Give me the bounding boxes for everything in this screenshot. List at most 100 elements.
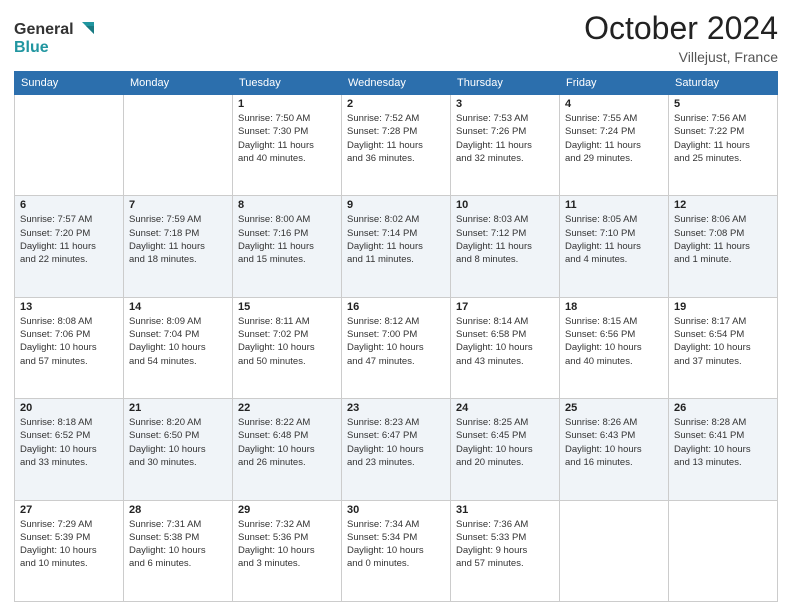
day-info: Sunrise: 7:56 AM Sunset: 7:22 PM Dayligh… <box>674 112 772 165</box>
weekday-header: Wednesday <box>342 72 451 95</box>
day-number: 1 <box>238 98 336 110</box>
logo: General Blue <box>14 14 104 64</box>
calendar-cell: 21 Sunrise: 8:20 AM Sunset: 6:50 PM Dayli… <box>124 399 233 500</box>
day-number: 29 <box>238 504 336 516</box>
day-info: Sunrise: 8:14 AM Sunset: 6:58 PM Dayligh… <box>456 315 554 368</box>
calendar-cell: 5 Sunrise: 7:56 AM Sunset: 7:22 PM Daylig… <box>669 95 778 196</box>
calendar-cell: 24Sunrise: 8:25 AM Sunset: 6:45 PM Dayli… <box>451 399 560 500</box>
day-info: Sunrise: 7:29 AM Sunset: 5:39 PM Dayligh… <box>20 518 118 571</box>
day-info: Sunrise: 7:50 AM Sunset: 7:30 PM Dayligh… <box>238 112 336 165</box>
calendar-cell: 8Sunrise: 8:00 AM Sunset: 7:16 PM Daylig… <box>233 196 342 297</box>
svg-text:General: General <box>14 21 74 38</box>
calendar-cell: 15 Sunrise: 8:11 AM Sunset: 7:02 PM Dayli… <box>233 297 342 398</box>
day-number: 13 <box>20 301 118 313</box>
calendar-cell: 3 Sunrise: 7:53 AM Sunset: 7:26 PM Daylig… <box>451 95 560 196</box>
calendar-cell: 18 Sunrise: 8:15 AM Sunset: 6:56 PM Dayli… <box>560 297 669 398</box>
day-info: Sunrise: 7:36 AM Sunset: 5:33 PM Dayligh… <box>456 518 554 571</box>
weekday-header: Saturday <box>669 72 778 95</box>
day-number: 7 <box>129 199 227 211</box>
day-info: Sunrise: 8:02 AM Sunset: 7:14 PM Dayligh… <box>347 213 445 266</box>
day-info: Sunrise: 8:20 AM Sunset: 6:50 PM Dayligh… <box>129 416 227 469</box>
weekday-header: Tuesday <box>233 72 342 95</box>
day-info: Sunrise: 8:18 AM Sunset: 6:52 PM Dayligh… <box>20 416 118 469</box>
day-info: Sunrise: 7:31 AM Sunset: 5:38 PM Dayligh… <box>129 518 227 571</box>
day-info: Sunrise: 8:23 AM Sunset: 6:47 PM Dayligh… <box>347 416 445 469</box>
day-number: 30 <box>347 504 445 516</box>
calendar-cell: 10 Sunrise: 8:03 AM Sunset: 7:12 PM Dayli… <box>451 196 560 297</box>
weekday-header: Friday <box>560 72 669 95</box>
day-info: Sunrise: 8:00 AM Sunset: 7:16 PM Dayligh… <box>238 213 336 266</box>
calendar-cell: 6Sunrise: 7:57 AM Sunset: 7:20 PM Daylig… <box>15 196 124 297</box>
day-info: Sunrise: 8:15 AM Sunset: 6:56 PM Dayligh… <box>565 315 663 368</box>
calendar-cell <box>560 500 669 601</box>
day-info: Sunrise: 7:34 AM Sunset: 5:34 PM Dayligh… <box>347 518 445 571</box>
day-info: Sunrise: 8:09 AM Sunset: 7:04 PM Dayligh… <box>129 315 227 368</box>
weekday-header: Sunday <box>15 72 124 95</box>
calendar-week-row: 13 Sunrise: 8:08 AM Sunset: 7:06 PM Dayli… <box>15 297 778 398</box>
calendar-cell <box>669 500 778 601</box>
calendar-cell: 2Sunrise: 7:52 AM Sunset: 7:28 PM Daylig… <box>342 95 451 196</box>
calendar-cell: 4 Sunrise: 7:55 AM Sunset: 7:24 PM Daylig… <box>560 95 669 196</box>
location: Villejust, France <box>584 49 778 65</box>
calendar-cell: 13 Sunrise: 8:08 AM Sunset: 7:06 PM Dayli… <box>15 297 124 398</box>
day-number: 27 <box>20 504 118 516</box>
day-number: 21 <box>129 402 227 414</box>
calendar-cell: 16 Sunrise: 8:12 AM Sunset: 7:00 PM Dayli… <box>342 297 451 398</box>
day-info: Sunrise: 8:03 AM Sunset: 7:12 PM Dayligh… <box>456 213 554 266</box>
day-number: 15 <box>238 301 336 313</box>
day-number: 17 <box>456 301 554 313</box>
day-info: Sunrise: 8:06 AM Sunset: 7:08 PM Dayligh… <box>674 213 772 266</box>
page: General Blue October 2024 Villejust, Fra… <box>0 0 792 612</box>
day-info: Sunrise: 7:55 AM Sunset: 7:24 PM Dayligh… <box>565 112 663 165</box>
weekday-header-row: SundayMondayTuesdayWednesdayThursdayFrid… <box>15 72 778 95</box>
day-info: Sunrise: 7:57 AM Sunset: 7:20 PM Dayligh… <box>20 213 118 266</box>
day-number: 3 <box>456 98 554 110</box>
logo-text: General Blue <box>14 14 104 64</box>
calendar-cell: 31 Sunrise: 7:36 AM Sunset: 5:33 PM Dayli… <box>451 500 560 601</box>
calendar-week-row: 1 Sunrise: 7:50 AM Sunset: 7:30 PM Daylig… <box>15 95 778 196</box>
calendar-week-row: 20Sunrise: 8:18 AM Sunset: 6:52 PM Dayli… <box>15 399 778 500</box>
day-info: Sunrise: 7:32 AM Sunset: 5:36 PM Dayligh… <box>238 518 336 571</box>
day-number: 18 <box>565 301 663 313</box>
day-info: Sunrise: 8:05 AM Sunset: 7:10 PM Dayligh… <box>565 213 663 266</box>
day-number: 10 <box>456 199 554 211</box>
day-info: Sunrise: 7:53 AM Sunset: 7:26 PM Dayligh… <box>456 112 554 165</box>
day-number: 26 <box>674 402 772 414</box>
title-block: October 2024 Villejust, France <box>584 10 778 65</box>
calendar-cell: 23Sunrise: 8:23 AM Sunset: 6:47 PM Dayli… <box>342 399 451 500</box>
day-number: 16 <box>347 301 445 313</box>
calendar-cell: 11Sunrise: 8:05 AM Sunset: 7:10 PM Dayli… <box>560 196 669 297</box>
day-info: Sunrise: 8:28 AM Sunset: 6:41 PM Dayligh… <box>674 416 772 469</box>
calendar-cell: 14Sunrise: 8:09 AM Sunset: 7:04 PM Dayli… <box>124 297 233 398</box>
calendar-week-row: 6Sunrise: 7:57 AM Sunset: 7:20 PM Daylig… <box>15 196 778 297</box>
calendar-cell <box>15 95 124 196</box>
calendar-cell: 28Sunrise: 7:31 AM Sunset: 5:38 PM Dayli… <box>124 500 233 601</box>
day-info: Sunrise: 8:17 AM Sunset: 6:54 PM Dayligh… <box>674 315 772 368</box>
weekday-header: Monday <box>124 72 233 95</box>
day-number: 2 <box>347 98 445 110</box>
day-info: Sunrise: 8:12 AM Sunset: 7:00 PM Dayligh… <box>347 315 445 368</box>
day-info: Sunrise: 8:22 AM Sunset: 6:48 PM Dayligh… <box>238 416 336 469</box>
day-number: 4 <box>565 98 663 110</box>
day-number: 9 <box>347 199 445 211</box>
header: General Blue October 2024 Villejust, Fra… <box>14 10 778 65</box>
calendar-cell: 22Sunrise: 8:22 AM Sunset: 6:48 PM Dayli… <box>233 399 342 500</box>
day-number: 12 <box>674 199 772 211</box>
day-info: Sunrise: 8:08 AM Sunset: 7:06 PM Dayligh… <box>20 315 118 368</box>
day-number: 31 <box>456 504 554 516</box>
day-number: 19 <box>674 301 772 313</box>
day-info: Sunrise: 8:11 AM Sunset: 7:02 PM Dayligh… <box>238 315 336 368</box>
calendar-cell: 17 Sunrise: 8:14 AM Sunset: 6:58 PM Dayli… <box>451 297 560 398</box>
calendar-cell: 7 Sunrise: 7:59 AM Sunset: 7:18 PM Daylig… <box>124 196 233 297</box>
calendar-cell: 9 Sunrise: 8:02 AM Sunset: 7:14 PM Daylig… <box>342 196 451 297</box>
calendar-cell: 30 Sunrise: 7:34 AM Sunset: 5:34 PM Dayli… <box>342 500 451 601</box>
day-info: Sunrise: 8:26 AM Sunset: 6:43 PM Dayligh… <box>565 416 663 469</box>
day-info: Sunrise: 7:59 AM Sunset: 7:18 PM Dayligh… <box>129 213 227 266</box>
calendar-cell: 12 Sunrise: 8:06 AM Sunset: 7:08 PM Dayli… <box>669 196 778 297</box>
day-number: 5 <box>674 98 772 110</box>
calendar-week-row: 27 Sunrise: 7:29 AM Sunset: 5:39 PM Dayli… <box>15 500 778 601</box>
calendar-cell: 29 Sunrise: 7:32 AM Sunset: 5:36 PM Dayli… <box>233 500 342 601</box>
day-number: 25 <box>565 402 663 414</box>
month-title: October 2024 <box>584 10 778 47</box>
weekday-header: Thursday <box>451 72 560 95</box>
